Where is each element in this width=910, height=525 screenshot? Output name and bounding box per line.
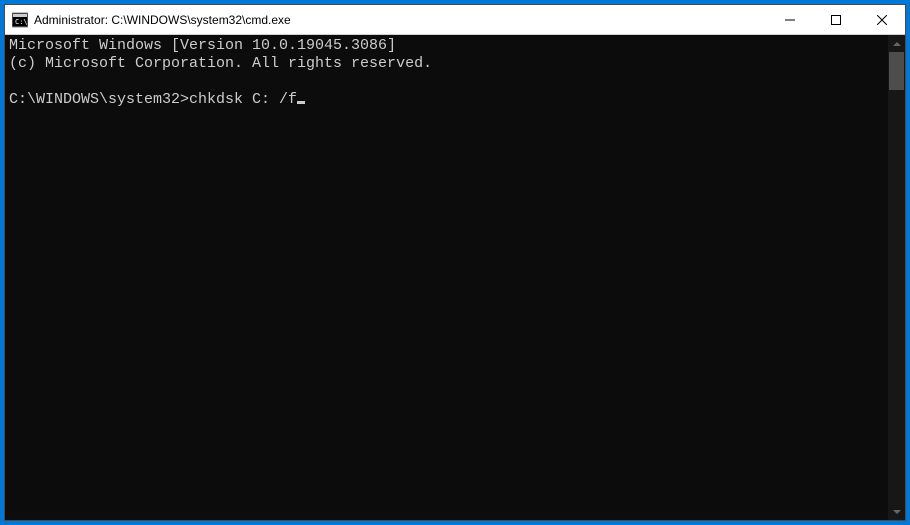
cmd-window: C:\ Administrator: C:\WINDOWS\system32\c… bbox=[4, 4, 906, 521]
command-input[interactable]: chkdsk C: /f bbox=[189, 91, 297, 108]
window-title: Administrator: C:\WINDOWS\system32\cmd.e… bbox=[34, 13, 767, 27]
scroll-up-button[interactable] bbox=[888, 35, 905, 52]
maximize-button[interactable] bbox=[813, 5, 859, 34]
prompt: C:\WINDOWS\system32> bbox=[9, 91, 189, 108]
close-icon bbox=[877, 15, 887, 25]
close-button[interactable] bbox=[859, 5, 905, 34]
titlebar[interactable]: C:\ Administrator: C:\WINDOWS\system32\c… bbox=[5, 5, 905, 35]
svg-text:C:\: C:\ bbox=[15, 18, 28, 26]
scroll-down-button[interactable] bbox=[888, 503, 905, 520]
window-controls bbox=[767, 5, 905, 34]
maximize-icon bbox=[831, 15, 841, 25]
text-cursor bbox=[297, 101, 305, 104]
copyright-line: (c) Microsoft Corporation. All rights re… bbox=[9, 55, 432, 72]
version-line: Microsoft Windows [Version 10.0.19045.30… bbox=[9, 37, 396, 54]
chevron-up-icon bbox=[893, 42, 901, 46]
vertical-scrollbar[interactable] bbox=[888, 35, 905, 520]
minimize-icon bbox=[785, 15, 795, 25]
terminal-output[interactable]: Microsoft Windows [Version 10.0.19045.30… bbox=[5, 35, 888, 520]
scroll-thumb[interactable] bbox=[889, 52, 904, 90]
minimize-button[interactable] bbox=[767, 5, 813, 34]
terminal-area: Microsoft Windows [Version 10.0.19045.30… bbox=[5, 35, 905, 520]
chevron-down-icon bbox=[893, 510, 901, 514]
cmd-icon: C:\ bbox=[12, 12, 28, 28]
